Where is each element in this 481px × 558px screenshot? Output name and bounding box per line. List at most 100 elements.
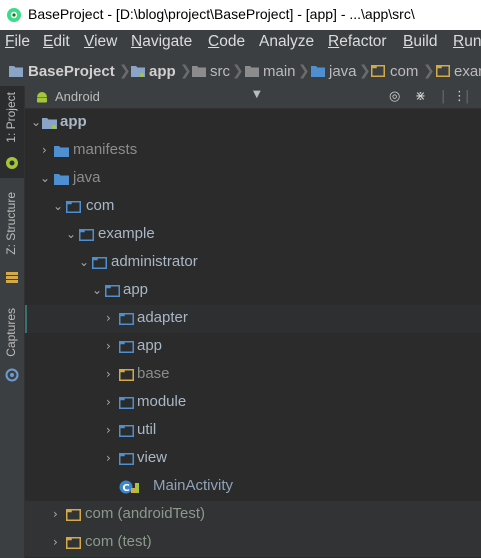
- chevron-right-icon[interactable]: ›: [53, 535, 58, 549]
- tool-window-strip: 1: Project Z: Structure Captures: [0, 86, 25, 558]
- menu-bar: File Edit View Navigate Code Analyze Ref…: [0, 30, 481, 56]
- breadcrumb-java[interactable]: java: [329, 63, 357, 80]
- package-icon: [66, 201, 81, 213]
- tab-project[interactable]: 1: Project: [0, 86, 24, 178]
- chevron-down-icon[interactable]: ⌄: [31, 115, 41, 129]
- tree-row-app[interactable]: › app: [25, 333, 481, 361]
- target-icon[interactable]: ◎: [389, 89, 400, 104]
- package-icon: [66, 509, 81, 521]
- tree-row-mainactivity[interactable]: C MainActivity: [25, 473, 481, 501]
- menu-analyze[interactable]: Analyze: [259, 33, 314, 51]
- package-icon: [119, 313, 134, 325]
- menu-view[interactable]: View: [84, 33, 117, 51]
- tree-row-adapter[interactable]: › adapter: [25, 305, 481, 333]
- package-icon: [105, 285, 120, 297]
- project-tree: ⌄ app › manifests ⌄ java ⌄ com ⌄ example…: [25, 109, 481, 558]
- tree-row-example[interactable]: ⌄ example: [25, 221, 481, 249]
- triangle-down-icon[interactable]: ▼: [253, 89, 261, 100]
- structure-icon: [6, 272, 18, 283]
- chevron-right-icon: ❯: [423, 63, 435, 79]
- folder-icon: [54, 174, 69, 185]
- tree-label: app: [123, 281, 149, 298]
- tree-row-java[interactable]: ⌄ java: [25, 165, 481, 193]
- chevron-right-icon[interactable]: ›: [53, 507, 58, 521]
- module-folder-icon: [42, 118, 57, 129]
- tree-label: com (test): [85, 533, 152, 550]
- chevron-down-icon[interactable]: ⌄: [66, 227, 76, 241]
- camera-icon: [5, 368, 19, 382]
- svg-text:C: C: [122, 483, 129, 494]
- breadcrumb-com[interactable]: com: [390, 63, 418, 80]
- package-icon: [119, 369, 134, 381]
- tree-row-base[interactable]: › base: [25, 361, 481, 389]
- tree-row-util[interactable]: › util: [25, 417, 481, 445]
- tree-label: com: [86, 197, 115, 214]
- package-icon: [119, 453, 134, 465]
- tree-label: administrator: [111, 253, 198, 270]
- tree-label: com (androidTest): [85, 505, 206, 522]
- collapse-all-icon[interactable]: ⋇: [415, 89, 426, 104]
- tree-label: MainActivity: [153, 477, 234, 494]
- chevron-down-icon[interactable]: ⌄: [40, 171, 50, 185]
- menu-refactor[interactable]: Refactor: [328, 33, 387, 51]
- breadcrumb-app[interactable]: app: [149, 63, 176, 80]
- chevron-right-icon[interactable]: ›: [42, 143, 47, 157]
- tree-row-com-test[interactable]: › com (test): [25, 529, 481, 557]
- tree-row-manifests[interactable]: › manifests: [25, 137, 481, 165]
- menu-code[interactable]: Code: [208, 33, 245, 51]
- folder-icon: [192, 66, 206, 77]
- project-panel-header: Android ▼ ◎ ⋇ | ⋮ |: [25, 86, 481, 109]
- breadcrumb-example[interactable]: exam: [454, 63, 481, 80]
- chevron-down-icon[interactable]: ⌄: [53, 199, 63, 213]
- chevron-right-icon[interactable]: ›: [106, 311, 111, 325]
- separator: |: [465, 89, 470, 104]
- chevron-down-icon[interactable]: ⌄: [92, 283, 102, 297]
- chevron-right-icon: ❯: [359, 63, 371, 79]
- tree-row-app-package[interactable]: ⌄ app: [25, 277, 481, 305]
- tab-captures-label: Captures: [4, 308, 18, 357]
- menu-navigate[interactable]: Navigate: [131, 33, 192, 51]
- tree-row-administrator[interactable]: ⌄ administrator: [25, 249, 481, 277]
- tree-label: app: [137, 337, 163, 354]
- window-title: BaseProject - [D:\blog\project\BaseProje…: [28, 6, 415, 22]
- source-folder-icon: [311, 66, 325, 77]
- tree-row-com[interactable]: ⌄ com: [25, 193, 481, 221]
- tab-structure[interactable]: Z: Structure: [0, 186, 24, 296]
- tree-label: util: [137, 421, 157, 438]
- folder-icon: [54, 146, 69, 157]
- breadcrumb-main[interactable]: main: [263, 63, 296, 80]
- project-folder-icon: [9, 66, 23, 77]
- tree-row-app-module[interactable]: ⌄ app: [25, 109, 481, 137]
- tree-row-view[interactable]: › view: [25, 445, 481, 473]
- package-icon: [119, 341, 134, 353]
- view-mode-selector[interactable]: Android: [55, 89, 100, 104]
- package-icon: [92, 257, 107, 269]
- android-icon: [37, 92, 47, 103]
- breadcrumb-src[interactable]: src: [210, 63, 230, 80]
- tree-row-module[interactable]: › module: [25, 389, 481, 417]
- chevron-right-icon[interactable]: ›: [106, 451, 111, 465]
- tree-row-com-androidtest[interactable]: › com (androidTest): [25, 501, 481, 529]
- tree-label: app: [60, 113, 87, 130]
- chevron-right-icon[interactable]: ›: [106, 395, 111, 409]
- chevron-down-icon[interactable]: ⌄: [79, 255, 89, 269]
- menu-file[interactable]: File: [5, 33, 30, 51]
- window-title-bar: BaseProject - [D:\blog\project\BaseProje…: [0, 0, 481, 30]
- chevron-right-icon[interactable]: ›: [106, 367, 111, 381]
- breadcrumb: BaseProject ❯ app ❯ src ❯ main ❯ java ❯ …: [0, 56, 481, 87]
- module-folder-icon: [131, 66, 145, 77]
- menu-edit[interactable]: Edit: [43, 33, 70, 51]
- android-studio-icon: [7, 8, 21, 22]
- chevron-right-icon[interactable]: ›: [106, 423, 111, 437]
- menu-run[interactable]: Run: [453, 33, 481, 51]
- tree-label: java: [73, 169, 101, 186]
- tree-label: adapter: [137, 309, 188, 326]
- chevron-right-icon: ❯: [119, 63, 131, 79]
- chevron-right-icon: ❯: [232, 63, 244, 79]
- tree-label: module: [137, 393, 187, 410]
- android-icon: [6, 157, 18, 169]
- breadcrumb-baseproject[interactable]: BaseProject: [28, 63, 115, 80]
- tab-captures[interactable]: Captures: [0, 304, 24, 388]
- chevron-right-icon[interactable]: ›: [106, 339, 111, 353]
- menu-build[interactable]: Build: [403, 33, 437, 51]
